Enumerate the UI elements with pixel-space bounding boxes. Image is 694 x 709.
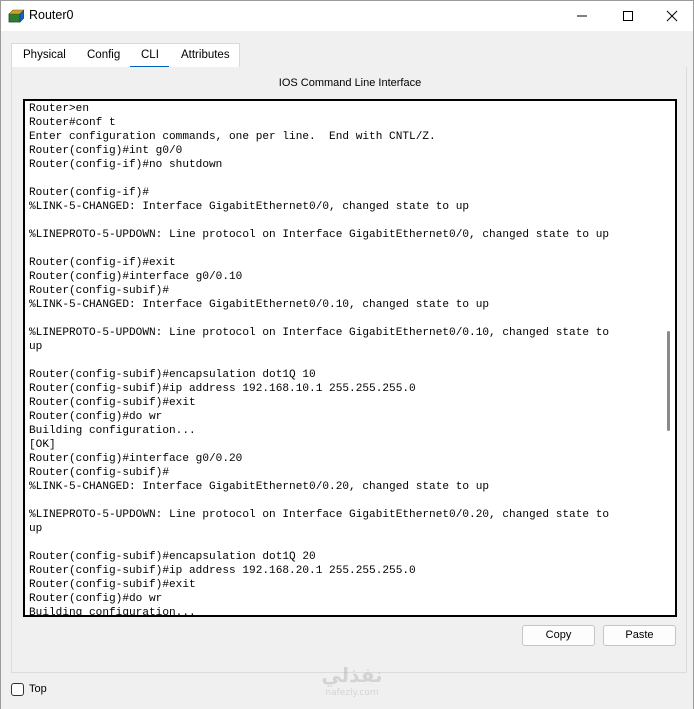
copy-button[interactable]: Copy — [522, 625, 595, 646]
terminal-line: [OK] — [29, 439, 56, 451]
terminal-line: %LINEPROTO-5-UPDOWN: Line protocol on In… — [29, 509, 610, 521]
terminal-line: Router>en — [29, 103, 90, 115]
terminal-line: Router(config-subif)# — [29, 467, 170, 479]
terminal-line: Router(config-subif)#ip address 192.168.… — [29, 565, 416, 577]
window-title: Router0 — [29, 8, 74, 22]
cli-panel: IOS Command Line Interface Router>en Rout… — [11, 67, 687, 673]
minimize-button[interactable] — [559, 1, 605, 31]
router-window: Router0 Physical Config CLI Attributes I… — [0, 0, 694, 709]
terminal-line: Router(config-subif)#ip address 192.168.… — [29, 383, 416, 395]
terminal-line: Building configuration... — [29, 607, 196, 617]
terminal-line: Router(config-subif)#exit — [29, 579, 196, 591]
terminal-line: Router(config)#int g0/0 — [29, 145, 183, 157]
terminal-line: Router#conf t — [29, 117, 116, 129]
maximize-button[interactable] — [605, 1, 651, 31]
top-checkbox[interactable] — [11, 683, 24, 696]
terminal-line: Router(config-if)# — [29, 187, 150, 199]
top-checkbox-label: Top — [29, 683, 47, 695]
close-button[interactable] — [649, 1, 694, 31]
tab-cli[interactable]: CLI — [141, 49, 159, 61]
panel-header: IOS Command Line Interface — [278, 77, 422, 89]
tab-attributes[interactable]: Attributes — [181, 49, 230, 61]
terminal-line: Router(config)#interface g0/0.10 — [29, 271, 243, 283]
tab-physical[interactable]: Physical — [23, 49, 66, 61]
watermark-logo: نفذلي nafezly.com — [307, 663, 397, 707]
close-icon — [666, 10, 678, 22]
terminal-output[interactable]: Router>en Router#conf t Enter configuratio… — [29, 102, 659, 617]
cli-terminal[interactable]: Router>en Router#conf t Enter configuratio… — [23, 99, 677, 617]
terminal-line: Building configuration... — [29, 425, 196, 437]
terminal-line: Router(config)#interface g0/0.20 — [29, 453, 243, 465]
watermark-arabic: نفذلي — [321, 663, 383, 687]
terminal-line: %LINK-5-CHANGED: Interface GigabitEthern… — [29, 299, 490, 311]
tab-area: Physical Config CLI Attributes — [1, 31, 693, 68]
terminal-line: Router(config)#do wr — [29, 593, 163, 605]
title-bar[interactable]: Router0 — [1, 1, 693, 31]
tab-strip: Physical Config CLI Attributes — [11, 43, 240, 68]
terminal-line: Router(config-subif)#exit — [29, 397, 196, 409]
terminal-line: Router(config-if)#exit — [29, 257, 176, 269]
terminal-line: Enter configuration commands, one per li… — [29, 131, 436, 143]
terminal-line: Router(config-if)#no shutdown — [29, 159, 223, 171]
paste-button[interactable]: Paste — [603, 625, 676, 646]
terminal-scrollbar[interactable] — [663, 101, 675, 615]
minimize-icon — [577, 15, 587, 17]
terminal-line: Router(config-subif)# — [29, 285, 170, 297]
watermark-latin: nafezly.com — [325, 688, 379, 698]
terminal-line: Router(config-subif)#encapsulation dot1Q… — [29, 369, 316, 381]
terminal-line: up — [29, 341, 43, 353]
terminal-line: Router(config-subif)#encapsulation dot1Q… — [29, 551, 316, 563]
terminal-line: %LINK-5-CHANGED: Interface GigabitEthern… — [29, 481, 490, 493]
terminal-line: %LINK-5-CHANGED: Interface GigabitEthern… — [29, 201, 470, 213]
tab-config[interactable]: Config — [87, 49, 120, 61]
terminal-line: %LINEPROTO-5-UPDOWN: Line protocol on In… — [29, 327, 610, 339]
terminal-line: Router(config)#do wr — [29, 411, 163, 423]
scroll-thumb[interactable] — [667, 331, 670, 431]
router-app-icon — [8, 8, 25, 24]
terminal-line: up — [29, 523, 43, 535]
terminal-line: %LINEPROTO-5-UPDOWN: Line protocol on In… — [29, 229, 610, 241]
maximize-icon — [623, 11, 633, 21]
